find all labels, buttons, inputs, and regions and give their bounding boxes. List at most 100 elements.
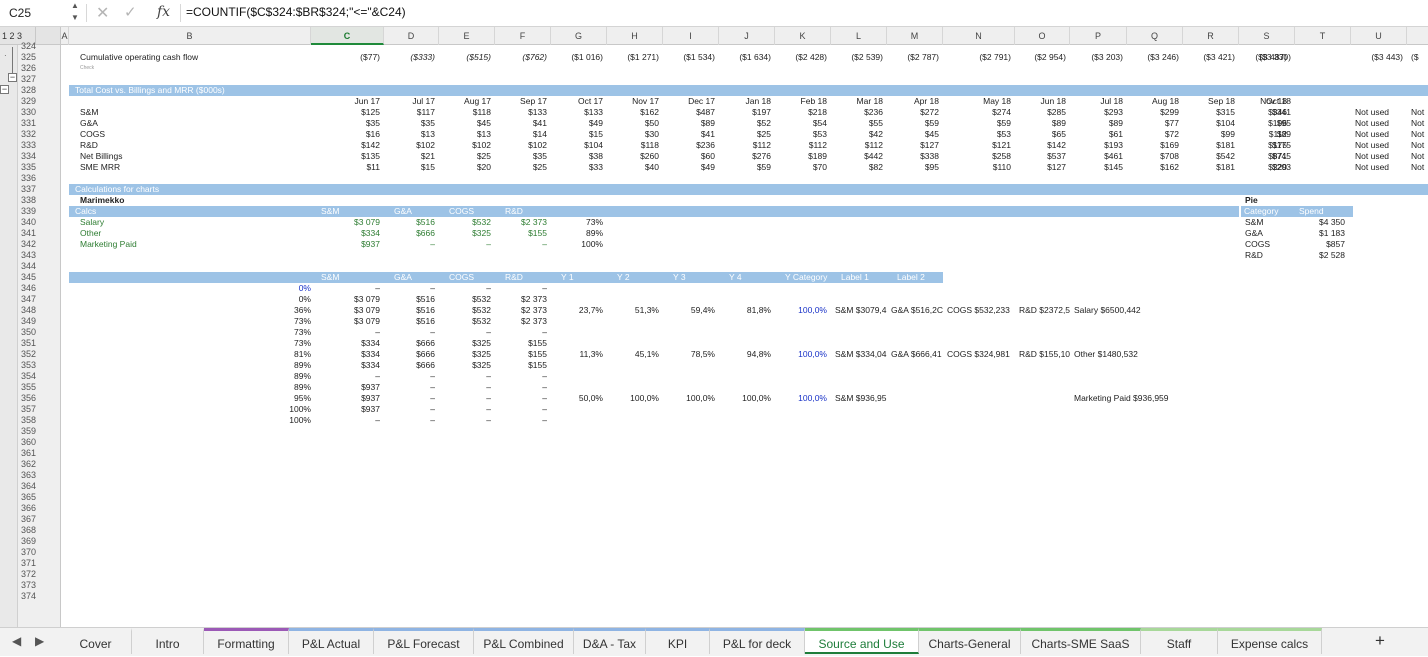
column-header-o[interactable]: O [1015,27,1070,45]
sheet-tab[interactable]: Charts-General [919,628,1021,654]
column-header-s[interactable]: S [1239,27,1295,45]
cell-h356[interactable]: 100,0% [607,393,659,404]
row-header[interactable]: 341 [18,228,61,239]
cell-e325[interactable]: ($515) [439,52,491,63]
cell-u325[interactable]: ($3 443) [1351,52,1403,63]
row-header[interactable]: 361 [18,448,61,459]
cell-m329[interactable]: Apr 18 [887,96,939,107]
column-header-c[interactable]: C [311,27,384,45]
cell-l330[interactable]: $236 [831,107,883,118]
cell-r335[interactable]: $181 [1183,162,1235,173]
cell-h331[interactable]: $50 [607,118,659,129]
cell-d340[interactable]: $516 [384,217,435,228]
cell-j348[interactable]: 81,8% [719,305,771,316]
cell-h330[interactable]: $162 [607,107,659,118]
cell-c340[interactable]: $3 079 [311,217,380,228]
row-header[interactable]: 363 [18,470,61,481]
cell-p325[interactable]: ($3 203) [1070,52,1123,63]
cell-v332[interactable]: Not [1411,129,1424,140]
cell-n352[interactable]: COGS $324,981 [947,349,1010,360]
cell-e335[interactable]: $20 [439,162,491,173]
insert-function-icon[interactable]: fx [157,4,170,20]
cell-p333[interactable]: $193 [1070,140,1123,151]
cell-k334[interactable]: $189 [775,151,827,162]
cell-k332[interactable]: $53 [775,129,827,140]
cell-h334[interactable]: $260 [607,151,659,162]
cell-j330[interactable]: $197 [719,107,771,118]
cell-i356[interactable]: 100,0% [663,393,715,404]
cell-c332[interactable]: $16 [311,129,380,140]
cell-f355[interactable]: – [495,382,547,393]
cell-g335[interactable]: $33 [551,162,603,173]
cell-d325[interactable]: ($333) [384,52,435,63]
cell-t338[interactable]: Pie [1245,195,1258,206]
cell-c348[interactable]: $3 079 [311,305,380,316]
cell-b335[interactable]: SME MRR [80,162,120,173]
cell-b352[interactable]: 81% [251,349,311,360]
cell-k330[interactable]: $218 [775,107,827,118]
cell-t329[interactable]: Nov 18 [1241,96,1287,107]
row-header[interactable]: 338 [18,195,61,206]
cell-f352[interactable]: $155 [495,349,547,360]
cell-b355[interactable]: 89% [251,382,311,393]
cell-e356[interactable]: – [439,393,491,404]
cell-u342[interactable]: $857 [1295,239,1345,250]
cell-i325[interactable]: ($1 534) [663,52,715,63]
cell-o331[interactable]: $89 [1015,118,1066,129]
cell-e357[interactable]: – [439,404,491,415]
cell-e340[interactable]: $532 [439,217,491,228]
row-header[interactable]: 330 [18,107,61,118]
cell-k331[interactable]: $54 [775,118,827,129]
row-header[interactable]: 355 [18,382,61,393]
cell-b341[interactable]: Other [80,228,101,239]
cell-b331[interactable]: G&A [80,118,98,129]
cell-f351[interactable]: $155 [495,338,547,349]
cell-q333[interactable]: $169 [1127,140,1179,151]
column-header-u[interactable]: U [1351,27,1407,45]
sheet-tab[interactable]: Formatting [204,628,289,654]
cell-u330[interactable]: Not used [1355,107,1389,118]
cell-h335[interactable]: $40 [607,162,659,173]
cell-f342[interactable]: – [495,239,547,250]
cell-i334[interactable]: $60 [663,151,715,162]
column-header-e[interactable]: E [439,27,495,45]
row-header[interactable]: 324 [18,41,61,52]
cell-b334[interactable]: Net Billings [80,151,123,162]
cell-u341[interactable]: $1 183 [1295,228,1345,239]
cell-o329[interactable]: Jun 18 [1015,96,1066,107]
cell-c342[interactable]: $937 [311,239,380,250]
cell-c335[interactable]: $11 [311,162,380,173]
cell-e348[interactable]: $532 [439,305,491,316]
cell-c331[interactable]: $35 [311,118,380,129]
cell-o335[interactable]: $127 [1015,162,1066,173]
row-header[interactable]: 333 [18,140,61,151]
row-header[interactable]: 342 [18,239,61,250]
cell-p335[interactable]: $145 [1070,162,1123,173]
sheet-tab[interactable]: Source and Use [805,628,919,654]
row-header[interactable]: 354 [18,371,61,382]
cell-v325[interactable]: ($ [1411,52,1419,63]
cell-e332[interactable]: $13 [439,129,491,140]
cell-c354[interactable]: – [311,371,380,382]
sheet-tab[interactable]: P&L for deck [710,628,805,654]
cell-n330[interactable]: $274 [943,107,1011,118]
row-header[interactable]: 372 [18,569,61,580]
cell-f350[interactable]: – [495,327,547,338]
cell-v335[interactable]: Not [1411,162,1424,173]
cell-c333[interactable]: $142 [311,140,380,151]
cell-t340[interactable]: S&M [1245,217,1263,228]
row-header[interactable]: 329 [18,96,61,107]
cell-d334[interactable]: $21 [384,151,435,162]
cell-c358[interactable]: – [311,415,380,426]
cell-p330[interactable]: $293 [1070,107,1123,118]
cell-o352[interactable]: R&D $155,10 [1019,349,1070,360]
cell-l325[interactable]: ($2 539) [831,52,883,63]
cell-c341[interactable]: $334 [311,228,380,239]
row-header[interactable]: 327 [18,74,61,85]
cell-h329[interactable]: Nov 17 [607,96,659,107]
cell-r325[interactable]: ($3 421) [1183,52,1235,63]
cell-c356[interactable]: $937 [311,393,380,404]
cell-u340[interactable]: $4 350 [1295,217,1345,228]
cell-f335[interactable]: $25 [495,162,547,173]
cell-t343[interactable]: R&D [1245,250,1263,261]
